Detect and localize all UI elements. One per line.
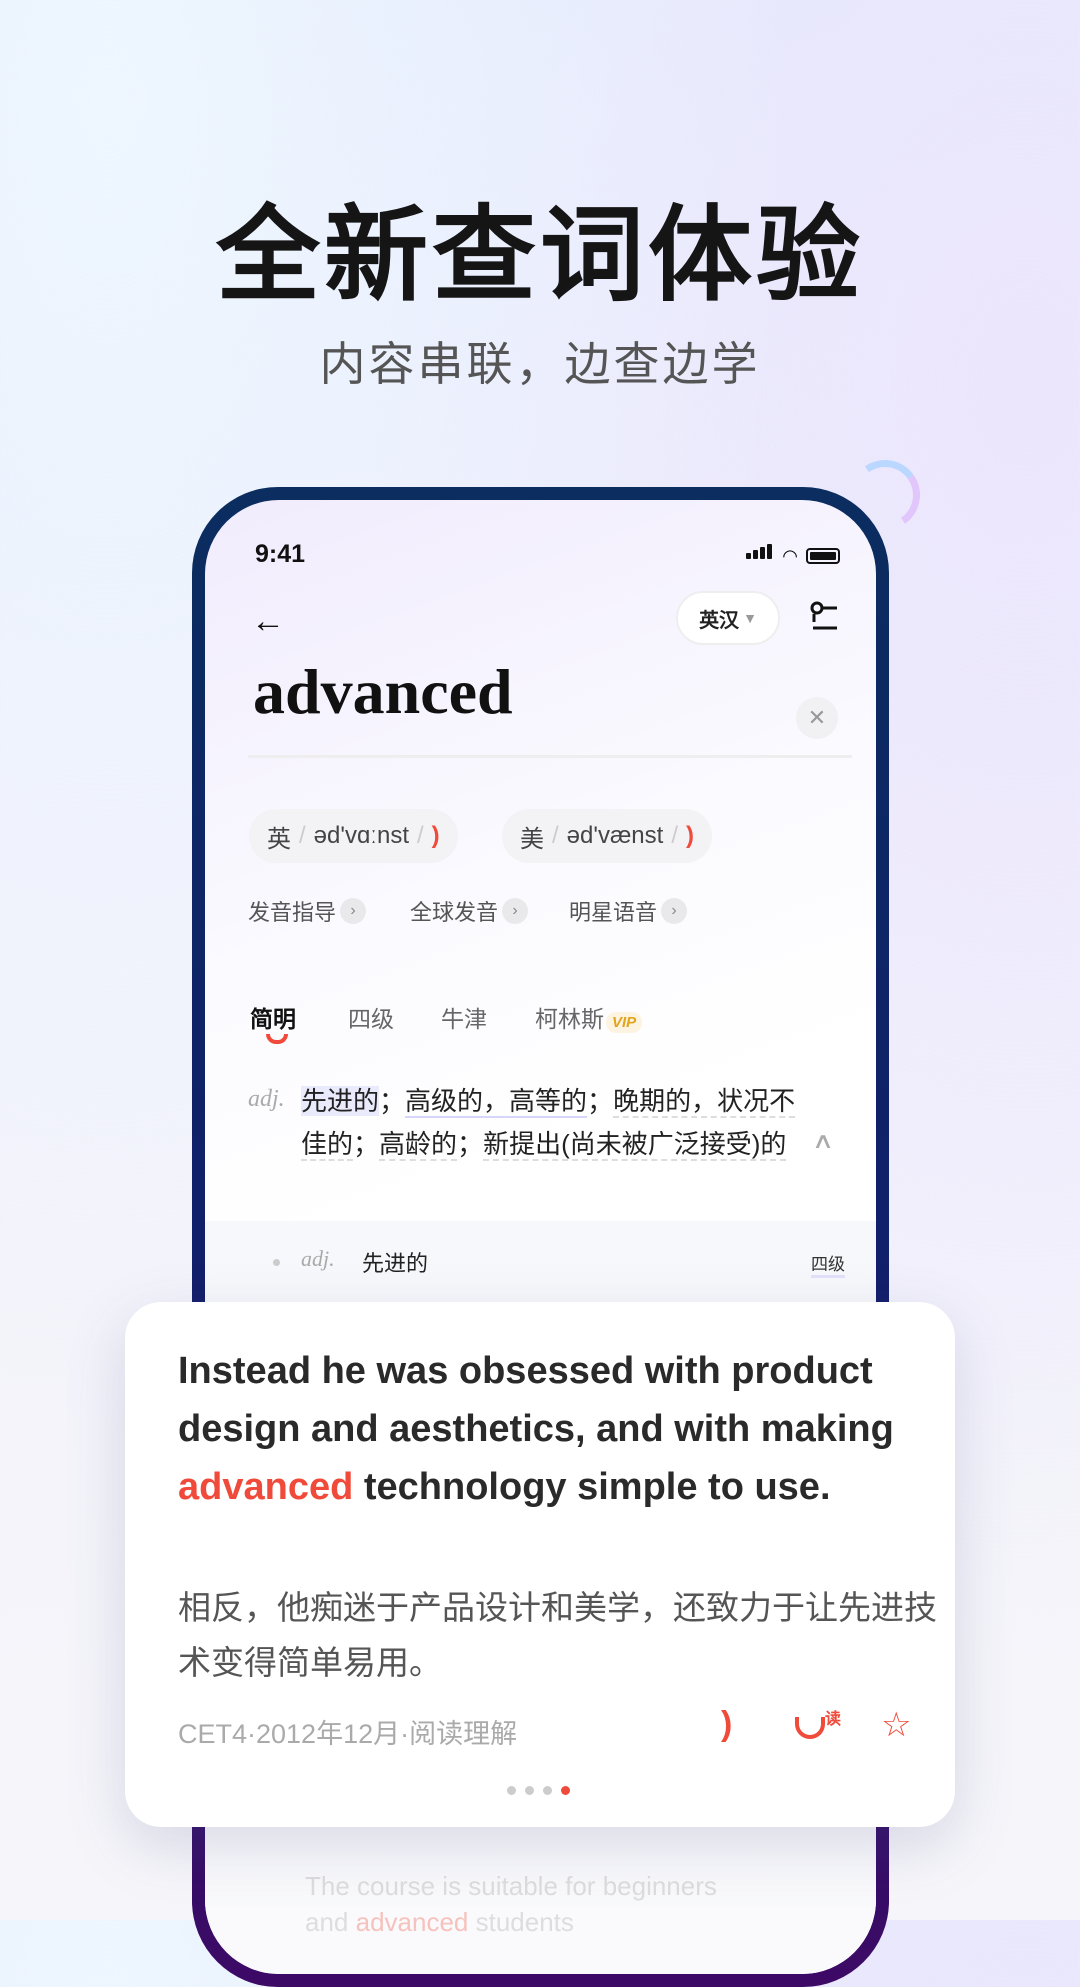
example-text: Instead he was obsessed with product des…: [178, 1350, 894, 1450]
tab-oxford[interactable]: 牛津: [441, 1000, 487, 1034]
separator: ；: [587, 1086, 614, 1116]
status-time: 9:41: [255, 540, 306, 568]
example-highlight: advanced: [355, 1907, 469, 1937]
chevron-right-icon: ›: [340, 898, 367, 924]
read-aloud-icon[interactable]: 读: [795, 1705, 841, 1739]
chevron-right-icon: ›: [661, 898, 688, 924]
separator: ；: [379, 1086, 406, 1116]
sub-part-of-speech: adj.: [301, 1246, 335, 1271]
link-pronunciation-guide[interactable]: 发音指导 ›: [248, 895, 367, 927]
language-selector[interactable]: 英汉 ▼: [676, 591, 780, 645]
battery-icon: [806, 548, 840, 564]
region-label: 英: [267, 825, 291, 853]
meaning[interactable]: 高龄的: [379, 1129, 458, 1161]
status-icons: ◠: [746, 544, 840, 566]
chevron-right-icon: ›: [502, 898, 529, 924]
speaker-icon: ): [431, 822, 440, 849]
level-tag: 四级: [811, 1250, 845, 1278]
meaning[interactable]: 新提出(尚未被广泛接受)的: [483, 1129, 787, 1161]
example-text: students: [468, 1907, 574, 1937]
part-of-speech: adj.: [248, 1086, 285, 1112]
page-dot[interactable]: [543, 1786, 552, 1795]
tab-concise[interactable]: 简明: [250, 1000, 296, 1034]
separator: ；: [353, 1129, 380, 1159]
definition-text: 先进的；高级的，高等的；晚期的，状况不佳的；高龄的；新提出(尚未被广泛接受)的: [301, 1080, 821, 1166]
link-label: 全球发音: [410, 900, 499, 925]
wifi-icon: ◠: [782, 546, 798, 566]
signal-icon: [746, 544, 774, 564]
link-label: 发音指导: [248, 900, 337, 925]
caret-down-icon: ▼: [743, 610, 757, 626]
meaning[interactable]: 高级的，高等的: [405, 1086, 588, 1118]
page-dot[interactable]: [507, 1786, 516, 1795]
meaning[interactable]: 先进的: [301, 1086, 380, 1116]
link-global-pronunciation[interactable]: 全球发音 ›: [410, 895, 529, 927]
star-icon[interactable]: ☆: [881, 1705, 911, 1745]
page-indicator[interactable]: [507, 1786, 570, 1795]
language-label: 英汉: [699, 609, 740, 632]
link-celebrity-voice[interactable]: 明星语音 ›: [569, 895, 688, 927]
example-sentence-card: Instead he was obsessed with product des…: [125, 1302, 955, 1827]
faded-example: The course is suitable for beginners and…: [305, 1868, 765, 1940]
tab-collins[interactable]: 柯林斯 VIP: [535, 1000, 643, 1034]
tab-cet4[interactable]: 四级: [348, 1000, 394, 1034]
back-arrow-icon[interactable]: ←: [251, 602, 285, 641]
region-label: 美: [520, 825, 544, 853]
bullet: [273, 1259, 280, 1266]
example-text: technology simple to use.: [353, 1466, 831, 1508]
separator: ；: [457, 1129, 484, 1159]
phonetic-uk[interactable]: 英 / əd'vɑːnst /): [249, 809, 458, 863]
example-chinese: 相反，他痴迷于产品设计和美学，还致力于让先进技术变得简单易用。: [178, 1589, 937, 1681]
ipa-text: əd'vænst: [566, 822, 664, 849]
tab-label: 柯林斯: [535, 1006, 604, 1032]
highlighted-word: advanced: [178, 1466, 354, 1508]
page-subtitle: 内容串联，边查边学: [319, 337, 761, 391]
ipa-text: əd'vɑːnst: [313, 822, 409, 849]
page-dot-active[interactable]: [561, 1786, 570, 1795]
vip-badge: VIP: [606, 1012, 643, 1033]
sub-meaning: 先进的: [362, 1251, 429, 1276]
search-underline: [248, 755, 852, 758]
read-label: 读: [825, 1711, 842, 1728]
chevron-up-icon[interactable]: ∧: [812, 1128, 835, 1154]
link-label: 明星语音: [569, 900, 658, 925]
active-tab-indicator: [266, 1034, 288, 1044]
page-title: 全新查词体验: [215, 194, 864, 316]
phonetic-us[interactable]: 美 / əd'vænst /): [502, 809, 712, 863]
clear-icon[interactable]: ✕: [796, 697, 838, 739]
search-input[interactable]: advanced: [253, 655, 513, 729]
speaker-icon: ): [685, 822, 694, 849]
example-source: CET4·2012年12月·阅读理解: [178, 1719, 518, 1749]
page-dot[interactable]: [525, 1786, 534, 1795]
speaker-icon[interactable]: ): [721, 1705, 732, 1744]
settings-icon[interactable]: [809, 600, 839, 634]
example-english: Instead he was obsessed with product des…: [178, 1342, 938, 1516]
